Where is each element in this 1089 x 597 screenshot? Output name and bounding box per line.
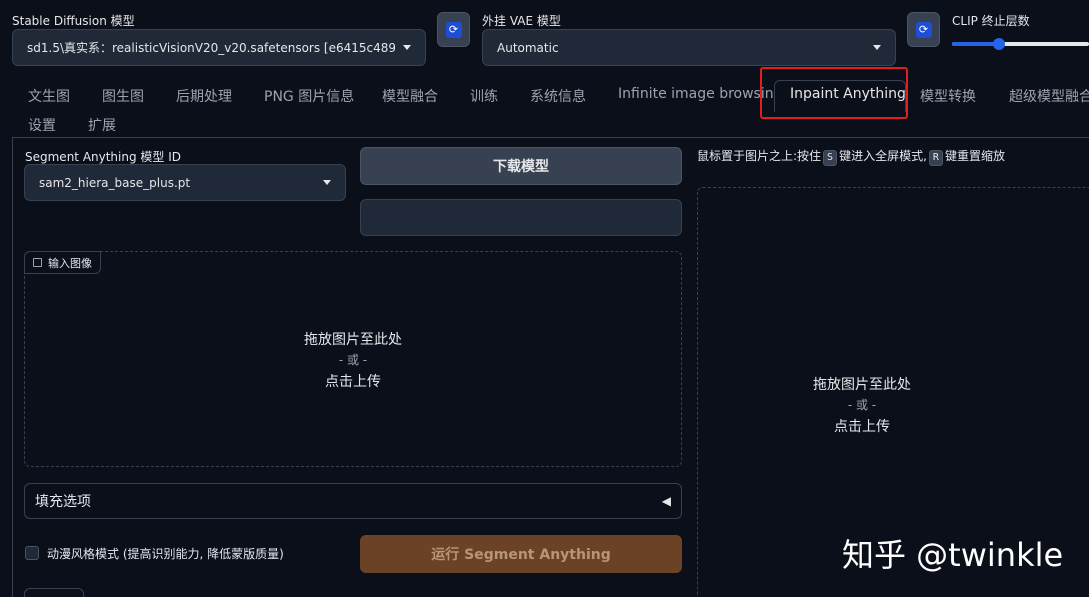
sam-model-select[interactable]: sam2_hiera_base_plus.pt <box>24 164 346 201</box>
chevron-down-icon <box>403 45 411 50</box>
sd-model-label: Stable Diffusion 模型 <box>12 14 135 28</box>
input-image-badge: 输入图像 <box>24 251 101 274</box>
tab-txt2img[interactable]: 文生图 <box>28 86 70 106</box>
fullscreen-hint: 鼠标置于图片之上:按住 S 键进入全屏模式, R 键重置缩放 <box>697 147 1005 166</box>
input-image-dropzone[interactable]: 输入图像 拖放图片至此处 - 或 - 点击上传 <box>24 251 682 467</box>
fill-options-accordion[interactable]: 填充选项 ◀ <box>24 483 682 519</box>
fill-options-label: 填充选项 <box>35 494 91 510</box>
run-segment-anything-button[interactable]: 运行 Segment Anything <box>360 535 682 573</box>
collapse-arrow-icon: ◀ <box>661 494 671 508</box>
download-status-box <box>360 199 682 236</box>
tab-system-info[interactable]: 系统信息 <box>530 86 586 106</box>
tab-png-info[interactable]: PNG 图片信息 <box>264 86 354 106</box>
sd-model-select[interactable]: sd1.5\真实系：realisticVisionV20_v20.safeten… <box>12 29 426 66</box>
watermark: 知乎 @twinkle <box>842 536 1064 574</box>
refresh-icon: ⟳ <box>915 21 932 38</box>
sam-model-value: sam2_hiera_base_plus.pt <box>39 175 191 190</box>
dropzone-or-text: - 或 - <box>338 353 368 367</box>
tab-settings[interactable]: 设置 <box>28 115 56 135</box>
chevron-down-icon <box>873 45 881 50</box>
download-model-button[interactable]: 下载模型 <box>360 147 682 185</box>
tab-extras[interactable]: 后期处理 <box>176 86 232 106</box>
anime-style-checkbox[interactable] <box>25 546 39 560</box>
tab-img2img[interactable]: 图生图 <box>102 86 144 106</box>
input-image-label: 输入图像 <box>48 256 92 270</box>
vae-label: 外挂 VAE 模型 <box>482 14 561 28</box>
dropzone-or-text: - 或 - <box>847 398 877 412</box>
hint-key-r: R <box>928 150 943 166</box>
hint-mid: 键进入全屏模式, <box>839 149 927 163</box>
tab-super-merger[interactable]: 超级模型融合 <box>1009 86 1089 106</box>
slider-thumb[interactable] <box>993 38 1006 50</box>
image-icon <box>33 258 42 267</box>
sam-model-label: Segment Anything 模型 ID <box>25 150 182 164</box>
tab-model-converter[interactable]: 模型转换 <box>920 86 976 106</box>
vae-refresh-button[interactable]: ⟳ <box>907 12 940 47</box>
vae-select[interactable]: Automatic <box>482 29 896 66</box>
tab-checkpoint-merger[interactable]: 模型融合 <box>382 86 438 106</box>
dropzone-main-text: 拖放图片至此处 <box>813 377 911 393</box>
tab-train[interactable]: 训练 <box>470 86 498 106</box>
tab-extensions[interactable]: 扩展 <box>88 115 116 135</box>
dropzone-click-text: 点击上传 <box>834 419 890 435</box>
chevron-down-icon <box>323 180 331 185</box>
hint-prefix: 鼠标置于图片之上:按住 <box>697 149 822 163</box>
tab-infinite-image-browsing[interactable]: Infinite image browsing <box>618 86 783 102</box>
dropzone-main-text: 拖放图片至此处 <box>304 332 402 348</box>
dropzone-click-text: 点击上传 <box>325 374 381 390</box>
hint-key-s: S <box>823 150 838 166</box>
refresh-icon: ⟳ <box>445 21 462 38</box>
anime-style-label: 动漫风格模式 (提高识别能力, 降低蒙版质量) <box>47 547 284 561</box>
sd-model-refresh-button[interactable]: ⟳ <box>437 12 470 47</box>
vae-value: Automatic <box>497 40 559 55</box>
sd-model-value: sd1.5\真实系：realisticVisionV20_v20.safeten… <box>27 41 395 55</box>
bottom-tab-partial[interactable] <box>24 588 84 597</box>
highlight-box <box>760 67 908 119</box>
clip-skip-label: CLIP 终止层数 <box>952 14 1030 28</box>
hint-suffix: 键重置缩放 <box>944 149 1005 163</box>
clip-skip-slider[interactable] <box>952 37 1089 51</box>
